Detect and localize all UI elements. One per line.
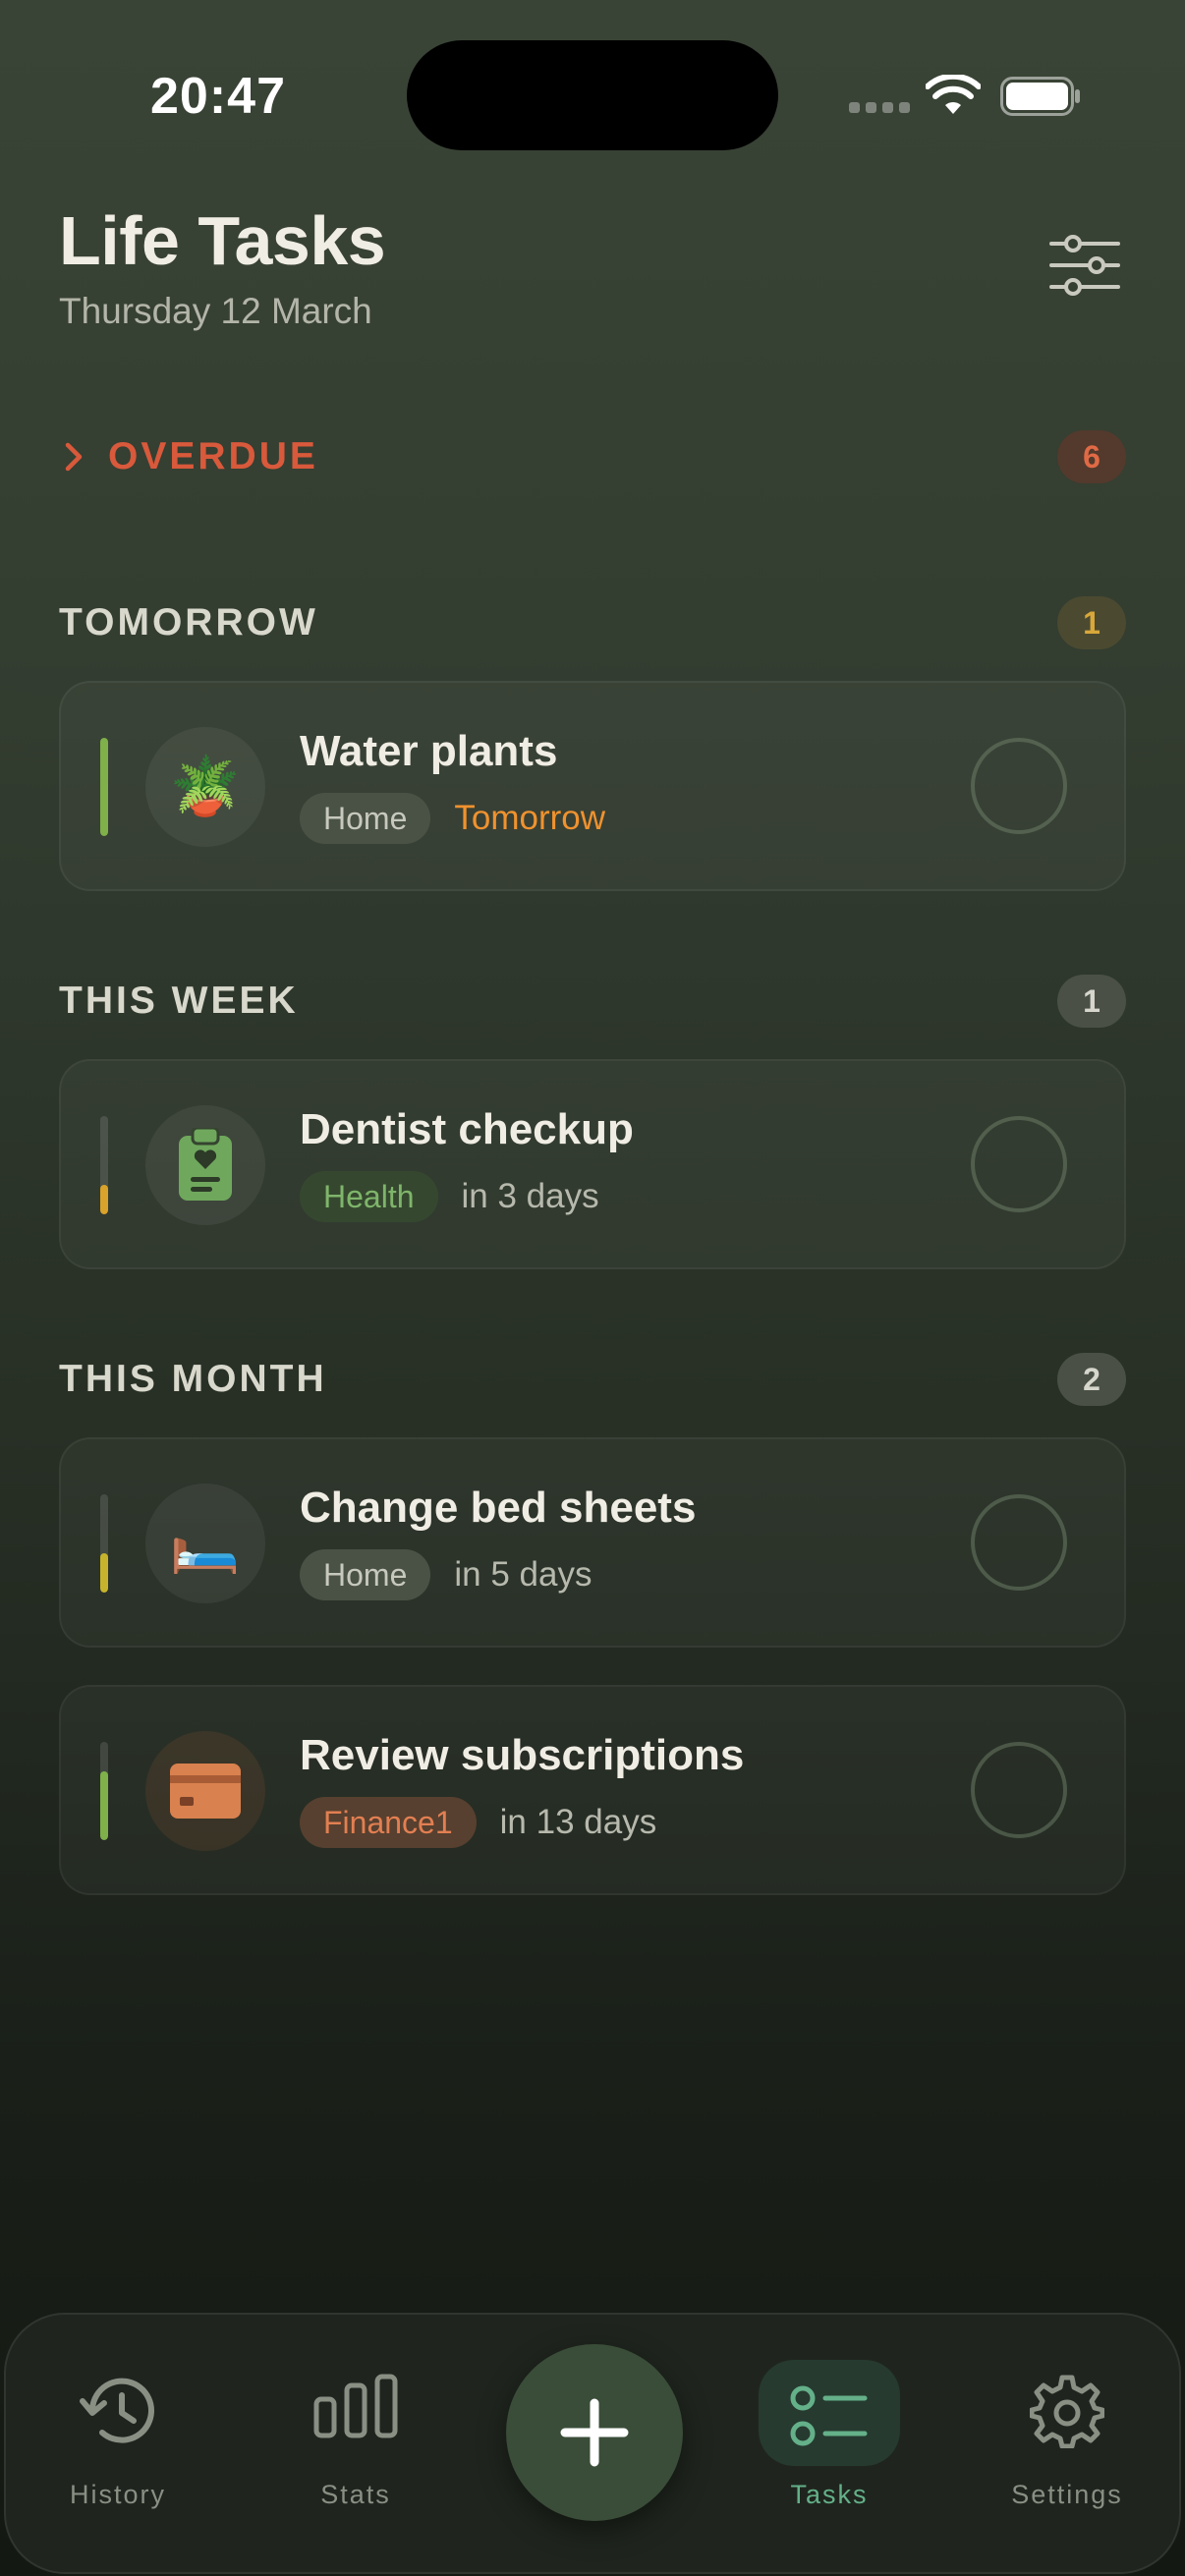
category-tag: Health <box>300 1171 438 1222</box>
page-title: Life Tasks <box>59 202 386 279</box>
cellular-signal-icon <box>849 102 910 113</box>
battery-icon <box>1000 77 1080 116</box>
task-card-change-bed-sheets[interactable]: 🛏️ Change bed sheets Home in 5 days <box>59 1437 1126 1648</box>
wifi-icon <box>926 75 981 114</box>
section-title: THIS WEEK <box>59 980 299 1022</box>
category-tag: Home <box>300 793 431 844</box>
tab-tasks[interactable]: Tasks <box>731 2315 928 2511</box>
category-tag: Home <box>300 1549 431 1600</box>
potted-plant-icon: 🪴 <box>145 727 265 847</box>
complete-checkbox[interactable] <box>971 1742 1067 1838</box>
credit-card-icon <box>145 1731 265 1851</box>
gear-icon <box>1030 2375 1104 2448</box>
due-label: Tomorrow <box>454 799 605 837</box>
bed-icon: 🛏️ <box>145 1484 265 1603</box>
priority-bar <box>100 1116 108 1214</box>
section-tomorrow: TOMORROW 1 <box>59 593 1126 652</box>
section-title: OVERDUE <box>108 435 318 477</box>
complete-checkbox[interactable] <box>971 1116 1067 1212</box>
section-this-week: THIS WEEK 1 <box>59 972 1126 1031</box>
complete-checkbox[interactable] <box>971 738 1067 834</box>
tab-label: Tasks <box>790 2480 869 2509</box>
filter-sliders-icon[interactable] <box>1047 232 1122 299</box>
priority-bar <box>100 1742 108 1840</box>
due-label: in 3 days <box>461 1177 599 1215</box>
clipboard-heart-icon <box>145 1105 265 1225</box>
tab-stats[interactable]: Stats <box>257 2315 454 2511</box>
this-week-count-badge: 1 <box>1057 975 1126 1028</box>
tomorrow-count-badge: 1 <box>1057 596 1126 649</box>
task-name: Water plants <box>300 727 558 775</box>
overdue-count-badge: 6 <box>1057 430 1126 483</box>
dynamic-island <box>407 40 778 150</box>
task-name: Dentist checkup <box>300 1105 634 1153</box>
due-label: in 5 days <box>454 1555 592 1594</box>
category-tag: Finance1 <box>300 1797 477 1848</box>
task-name: Change bed sheets <box>300 1484 697 1532</box>
section-title: THIS MONTH <box>59 1358 327 1400</box>
task-card-review-subscriptions[interactable]: Review subscriptions Finance1 in 13 days <box>59 1685 1126 1895</box>
add-task-button[interactable] <box>506 2344 683 2521</box>
tab-label: History <box>69 2480 166 2509</box>
tab-settings[interactable]: Settings <box>969 2315 1165 2511</box>
bar-chart-icon <box>313 2374 398 2438</box>
current-date: Thursday 12 March <box>59 291 372 331</box>
chevron-right-icon <box>65 442 83 472</box>
tab-bar: History Stats Tasks Settings <box>4 2313 1181 2574</box>
due-label: in 13 days <box>499 1803 657 1841</box>
history-icon <box>80 2378 154 2443</box>
section-this-month: THIS MONTH 2 <box>59 1350 1126 1409</box>
plus-icon <box>560 2398 629 2467</box>
task-card-dentist-checkup[interactable]: Dentist checkup Health in 3 days <box>59 1059 1126 1269</box>
complete-checkbox[interactable] <box>971 1494 1067 1591</box>
tab-history[interactable]: History <box>20 2315 216 2511</box>
section-overdue[interactable]: OVERDUE 6 <box>59 427 1126 486</box>
section-title: TOMORROW <box>59 601 318 644</box>
tab-label: Settings <box>1011 2480 1123 2509</box>
priority-bar <box>100 738 108 836</box>
task-card-water-plants[interactable]: 🪴 Water plants Home Tomorrow <box>59 681 1126 891</box>
this-month-count-badge: 2 <box>1057 1353 1126 1406</box>
priority-bar <box>100 1494 108 1593</box>
task-name: Review subscriptions <box>300 1731 745 1779</box>
task-list-icon <box>790 2385 868 2446</box>
status-time: 20:47 <box>150 68 286 125</box>
tab-label: Stats <box>320 2480 391 2509</box>
